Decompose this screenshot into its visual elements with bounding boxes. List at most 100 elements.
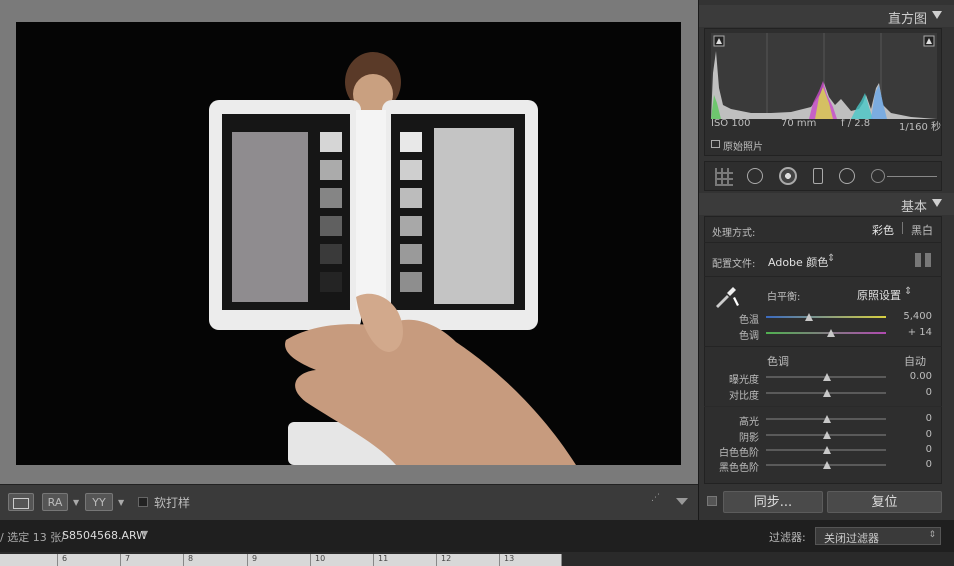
profile-select[interactable]: Adobe 颜色 [768, 254, 828, 270]
shadows-slider-thumb[interactable] [823, 431, 831, 439]
radial-filter-icon[interactable] [839, 168, 855, 184]
selection-count: / 选定 13 张/ [0, 531, 65, 544]
right-panel: 直方图 ISO 100 70 mm f / 2.8 1/160 秒 原始照片 基… [698, 0, 954, 520]
before-after-button[interactable]: RA [42, 493, 68, 511]
shutter-speed: 1/160 秒 [899, 122, 941, 133]
blacks-slider-thumb[interactable] [823, 461, 831, 469]
filter-label: 过滤器: [769, 531, 806, 544]
whites-slider-thumb[interactable] [823, 446, 831, 454]
exposure-label: 曝光度 [729, 375, 759, 386]
exposure-slider-thumb[interactable] [823, 373, 831, 381]
auto-sync-toggle[interactable] [707, 496, 717, 506]
divider [704, 406, 942, 407]
iso-value: ISO 100 [711, 118, 751, 129]
contrast-value[interactable]: 0 [892, 387, 932, 398]
treatment-divider [902, 222, 903, 234]
profile-label: 配置文件: [712, 259, 756, 270]
soft-proof-checkbox[interactable] [138, 497, 148, 507]
adjustment-brush-icon[interactable] [871, 169, 885, 183]
filter-select[interactable]: 关闭过滤器 ⇕ [815, 527, 941, 545]
view-toolbar: RA ▼ YY ▼ ⋰ [0, 484, 698, 521]
whites-value[interactable]: 0 [892, 444, 932, 455]
loupe-view-button[interactable] [8, 493, 34, 511]
tint-label: 色调 [739, 331, 759, 342]
graduated-filter-icon[interactable] [813, 168, 823, 184]
loupe-icon [13, 498, 29, 509]
chevron-down-icon[interactable]: ▼ [142, 529, 148, 538]
chevron-down-icon[interactable]: ▼ [118, 498, 124, 507]
temp-value[interactable]: 5,400 [892, 311, 932, 322]
original-photo-label: 原始照片 [723, 142, 763, 153]
crop-overlay-icon[interactable] [715, 168, 733, 186]
temp-slider[interactable] [766, 316, 886, 318]
wb-select[interactable]: 原照设置 [857, 287, 901, 303]
highlights-label: 高光 [739, 417, 759, 428]
tool-strip [704, 161, 942, 191]
focal-length: 70 mm [781, 118, 817, 129]
filmstrip-cell[interactable]: 10 [311, 554, 374, 566]
collapse-icon[interactable] [932, 11, 942, 19]
photo-preview[interactable] [16, 22, 681, 465]
filmstrip-cell[interactable]: 8 [184, 554, 248, 566]
tint-value[interactable]: + 14 [892, 327, 932, 338]
temp-slider-thumb[interactable] [805, 313, 813, 321]
filmstrip-cell[interactable]: 9 [248, 554, 311, 566]
temp-label: 色温 [739, 315, 759, 326]
collapse-icon[interactable] [932, 199, 942, 207]
shadows-value[interactable]: 0 [892, 429, 932, 440]
profile-browser-icon[interactable] [915, 253, 931, 267]
chevron-updown-icon: ⇕ [928, 530, 936, 540]
basic-header[interactable]: 基本 [699, 193, 954, 215]
before-after-split-button[interactable]: YY [85, 493, 113, 511]
chevron-updown-icon[interactable]: ⇕ [827, 253, 835, 264]
contrast-label: 对比度 [729, 391, 759, 402]
chevron-down-icon[interactable]: ▼ [73, 498, 79, 507]
wb-label: 白平衡: [767, 292, 801, 303]
original-photo-checkbox[interactable] [711, 140, 720, 148]
filmstrip-cell[interactable]: 6 [58, 554, 121, 566]
aperture-value: f / 2.8 [841, 118, 871, 129]
red-eye-icon[interactable] [779, 167, 797, 185]
filmstrip-cell[interactable]: 13 [500, 554, 562, 566]
highlights-slider-thumb[interactable] [823, 415, 831, 423]
tint-slider[interactable] [766, 332, 886, 334]
reset-button[interactable]: 复位 [827, 491, 942, 513]
wb-eyedropper-icon[interactable] [713, 283, 739, 309]
whites-label: 白色色阶 [719, 448, 759, 459]
brush-slider[interactable] [887, 176, 937, 177]
histogram-header[interactable]: 直方图 [699, 5, 954, 27]
treatment-color-option[interactable]: 彩色 [872, 222, 894, 238]
tone-title: 色调 [767, 355, 789, 368]
divider [704, 276, 942, 277]
tint-slider-thumb[interactable] [827, 329, 835, 337]
histogram-title: 直方图 [887, 12, 927, 27]
filmstrip-cell[interactable]: 11 [374, 554, 437, 566]
treatment-label: 处理方式: [712, 228, 756, 239]
toolbar-menu-icon[interactable] [676, 498, 688, 505]
blacks-label: 黑色色阶 [719, 463, 759, 474]
filter-value: 关闭过滤器 [824, 532, 879, 545]
soft-proof-label: 软打样 [154, 496, 191, 510]
filename[interactable]: S8504568.ARW [62, 529, 147, 542]
treatment-bw-option[interactable]: 黑白 [911, 222, 933, 238]
highlights-value[interactable]: 0 [892, 413, 932, 424]
chevron-updown-icon[interactable]: ⇕ [904, 286, 912, 297]
divider [704, 242, 942, 243]
loading-icon: ⋰ [651, 493, 660, 503]
status-bar: / 选定 13 张/ S8504568.ARW ▼ 过滤器: 关闭过滤器 ⇕ [0, 520, 954, 552]
filmstrip-cell[interactable]: 7 [121, 554, 184, 566]
histogram-graph[interactable] [711, 33, 937, 119]
blacks-value[interactable]: 0 [892, 459, 932, 470]
spot-removal-icon[interactable] [747, 168, 763, 184]
contrast-slider-thumb[interactable] [823, 389, 831, 397]
main-view [0, 0, 698, 520]
photo-image [16, 22, 681, 465]
shadows-label: 阴影 [739, 433, 759, 444]
auto-tone-button[interactable]: 自动 [904, 353, 926, 369]
filmstrip-cell[interactable] [0, 554, 58, 566]
filmstrip-cell[interactable]: 12 [437, 554, 500, 566]
sync-button[interactable]: 同步... [723, 491, 823, 513]
histogram-panel: ISO 100 70 mm f / 2.8 1/160 秒 原始照片 [704, 28, 942, 156]
exposure-value[interactable]: 0.00 [892, 371, 932, 382]
basic-title: 基本 [900, 200, 927, 215]
